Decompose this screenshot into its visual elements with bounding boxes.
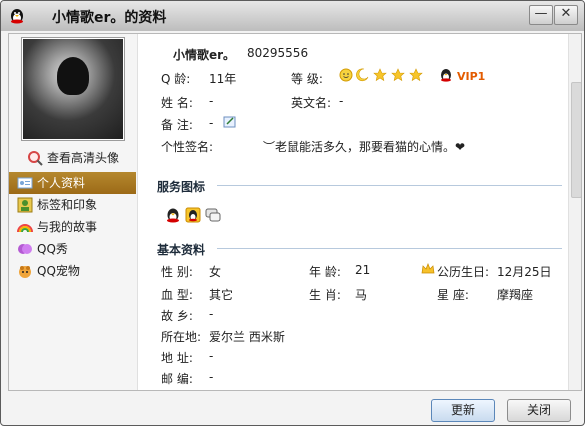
remark-value: -: [209, 116, 214, 130]
gender-label: 性 别:: [161, 265, 193, 279]
address-value: -: [209, 349, 214, 363]
scrollbar-thumb[interactable]: [571, 82, 581, 198]
nickname: 小情歌er。: [173, 48, 236, 62]
minimize-button[interactable]: —: [529, 5, 553, 25]
sidebar: 查看高清头像 个人资料 标签和印象 与我的故事 QQ秀 QQ宠物: [9, 34, 138, 390]
sidebar-item-label: 标签和印象: [37, 198, 98, 212]
qq-number: 80295556: [247, 46, 309, 60]
sidebar-item-label: 与我的故事: [37, 220, 98, 234]
english-name-value: -: [339, 94, 344, 108]
view-hd-avatar-link[interactable]: 查看高清头像: [27, 149, 119, 167]
blood-type-label: 血 型:: [161, 288, 193, 302]
age-value: 21: [355, 263, 371, 277]
chat-bubble-service-icon[interactable]: [205, 207, 221, 223]
star-icon[interactable]: [373, 68, 387, 82]
moon-icon[interactable]: [355, 68, 369, 82]
content-panel: 查看高清头像 个人资料 标签和印象 与我的故事 QQ秀 QQ宠物 小情歌er。 …: [8, 33, 582, 391]
level-label: 等 级:: [291, 72, 323, 86]
star-sign-label: 星 座:: [437, 288, 469, 302]
crown-icon: [421, 263, 435, 274]
vertical-scrollbar[interactable]: [568, 34, 581, 390]
postcode-label: 邮 编:: [161, 372, 193, 386]
qq-show-icon: [18, 244, 32, 254]
pet-icon: [19, 266, 31, 278]
sidebar-item-label: QQ秀: [37, 242, 68, 256]
hometown-value: -: [209, 307, 214, 321]
view-hd-avatar-label: 查看高清头像: [47, 151, 120, 165]
signature-value: ︶老鼠能活多久，那要看猫的心情。❤: [263, 140, 466, 154]
zodiac-value: 马: [355, 288, 368, 302]
qq-member-service-icon[interactable]: [185, 207, 201, 223]
section-divider: [217, 248, 562, 249]
sidebar-item-qq-pet[interactable]: QQ宠物: [9, 260, 136, 282]
basic-info-heading: 基本资料: [157, 243, 206, 257]
edit-remark-icon[interactable]: [223, 115, 237, 129]
close-button[interactable]: 关闭: [507, 399, 571, 422]
vip-penguin-icon[interactable]: [439, 68, 453, 82]
avatar[interactable]: [21, 37, 125, 141]
star-icon[interactable]: [409, 68, 423, 82]
location-value: 爱尔兰 西米斯: [209, 330, 285, 344]
sun-icon[interactable]: [339, 68, 353, 82]
sidebar-item-tags[interactable]: 标签和印象: [9, 194, 136, 216]
signature-label: 个性签名:: [161, 140, 214, 154]
footer-bar: 更新 关闭: [1, 389, 584, 425]
name-label: 姓 名:: [161, 96, 193, 110]
id-card-icon: [17, 177, 33, 189]
qq-penguin-icon: [11, 9, 23, 24]
window-close-button[interactable]: ✕: [554, 5, 578, 25]
profile-window: 小情歌er。的资料 — ✕ 查看高清头像 个人资料 标签和印象 与我的故事 QQ…: [0, 0, 585, 426]
name-value: -: [209, 94, 214, 108]
english-name-label: 英文名:: [291, 96, 332, 110]
sidebar-item-label: QQ宠物: [37, 264, 80, 278]
star-icon[interactable]: [391, 68, 405, 82]
tag-person-icon: [17, 197, 33, 213]
location-label: 所在地:: [161, 330, 202, 344]
refresh-button[interactable]: 更新: [431, 399, 495, 422]
sidebar-item-story[interactable]: 与我的故事: [9, 216, 136, 238]
qq-age-label: Q 龄:: [161, 72, 191, 86]
sidebar-item-personal-info[interactable]: 个人资料: [9, 172, 136, 194]
service-icons-heading: 服务图标: [157, 180, 206, 194]
sidebar-nav: 个人资料 标签和印象 与我的故事 QQ秀 QQ宠物: [9, 172, 136, 282]
star-sign-value: 摩羯座: [497, 288, 534, 302]
remark-label: 备 注:: [161, 118, 193, 132]
lunar-birthday-label: 公历生日:: [437, 265, 490, 279]
sidebar-item-label: 个人资料: [37, 176, 86, 190]
age-label: 年 龄:: [309, 265, 341, 279]
lunar-birthday-value: 12月25日: [497, 265, 552, 279]
title-bar: 小情歌er。的资料 — ✕: [1, 1, 584, 31]
blood-type-value: 其它: [209, 288, 234, 302]
zodiac-label: 生 肖:: [309, 288, 341, 302]
qq-age-value: 11年: [209, 72, 237, 86]
hometown-label: 故 乡:: [161, 309, 193, 323]
sidebar-item-qq-show[interactable]: QQ秀: [9, 238, 136, 260]
profile-details: 小情歌er。 80295556 Q 龄: 11年 等 级: VIP1 姓 名: …: [147, 34, 565, 390]
address-label: 地 址:: [161, 351, 193, 365]
postcode-value: -: [209, 370, 214, 384]
window-title: 小情歌er。的资料: [52, 10, 167, 26]
gender-value: 女: [209, 265, 222, 279]
rainbow-icon: [17, 224, 33, 233]
magnifier-icon: [28, 151, 43, 166]
section-divider: [217, 185, 562, 186]
qq-service-icon[interactable]: [165, 207, 181, 223]
vip-badge[interactable]: VIP1: [457, 70, 485, 83]
avatar-image: [23, 39, 123, 139]
